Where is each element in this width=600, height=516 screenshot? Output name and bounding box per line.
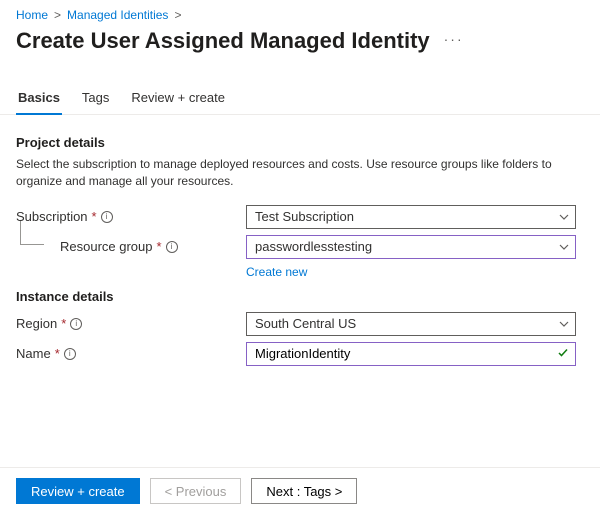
name-input-wrapper (246, 342, 576, 366)
name-input[interactable] (255, 346, 551, 361)
chevron-down-icon (559, 321, 569, 327)
resource-group-select[interactable]: passwordlesstesting (246, 235, 576, 259)
tab-basics[interactable]: Basics (16, 84, 62, 115)
indent-connector (20, 221, 44, 245)
footer-actions: Review + create < Previous Next : Tags > (0, 467, 600, 516)
tabs: Basics Tags Review + create (0, 62, 600, 115)
row-subscription: Subscription * i Test Subscription (16, 205, 584, 229)
section-heading-instance-details: Instance details (16, 289, 584, 304)
label-name-text: Name (16, 346, 51, 361)
chevron-down-icon (559, 214, 569, 220)
project-details-description: Select the subscription to manage deploy… (16, 156, 571, 191)
label-resource-group: Resource group * i (16, 239, 246, 254)
label-name: Name * i (16, 346, 246, 361)
region-select[interactable]: South Central US (246, 312, 576, 336)
label-region-text: Region (16, 316, 57, 331)
required-marker: * (92, 209, 97, 224)
breadcrumb-separator: > (54, 8, 61, 22)
breadcrumb-separator: > (174, 8, 181, 22)
info-icon[interactable]: i (70, 318, 82, 330)
section-heading-project-details: Project details (16, 135, 584, 150)
page-header: Create User Assigned Managed Identity ··… (0, 26, 600, 62)
breadcrumb-managed-identities[interactable]: Managed Identities (67, 8, 168, 22)
row-region: Region * i South Central US (16, 312, 584, 336)
label-region: Region * i (16, 316, 246, 331)
required-marker: * (61, 316, 66, 331)
subscription-value: Test Subscription (255, 209, 354, 224)
row-resource-group: Resource group * i passwordlesstesting (16, 235, 584, 259)
required-marker: * (157, 239, 162, 254)
tab-tags[interactable]: Tags (80, 84, 111, 115)
row-name: Name * i (16, 342, 584, 366)
check-icon (557, 346, 569, 361)
info-icon[interactable]: i (64, 348, 76, 360)
label-resource-group-text: Resource group (60, 239, 153, 254)
review-create-button[interactable]: Review + create (16, 478, 140, 504)
page-title: Create User Assigned Managed Identity (16, 28, 430, 54)
label-subscription: Subscription * i (16, 209, 246, 224)
previous-button: < Previous (150, 478, 242, 504)
required-marker: * (55, 346, 60, 361)
resource-group-value: passwordlesstesting (255, 239, 372, 254)
info-icon[interactable]: i (166, 241, 178, 253)
info-icon[interactable]: i (101, 211, 113, 223)
chevron-down-icon (559, 244, 569, 250)
next-button[interactable]: Next : Tags > (251, 478, 357, 504)
breadcrumb-home[interactable]: Home (16, 8, 48, 22)
more-menu-button[interactable]: ··· (444, 31, 464, 51)
region-value: South Central US (255, 316, 356, 331)
breadcrumb: Home > Managed Identities > (0, 0, 600, 26)
subscription-select[interactable]: Test Subscription (246, 205, 576, 229)
tab-review-create[interactable]: Review + create (129, 84, 227, 115)
create-new-resource-group-link[interactable]: Create new (246, 265, 584, 279)
